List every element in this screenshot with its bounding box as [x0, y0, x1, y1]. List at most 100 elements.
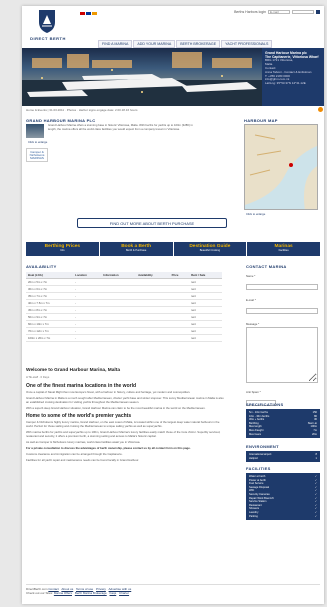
content-paragraph: With marina berths for yachts and supery…: [26, 430, 221, 438]
table-cell: [101, 278, 137, 286]
footer-link[interactable]: About us: [61, 587, 73, 591]
table-row[interactable]: 45m x 8m x 7m - rent: [26, 306, 222, 314]
logo-crest-icon[interactable]: [30, 8, 64, 34]
nav-yacht-professionals[interactable]: YACHT PROFESSIONALS: [221, 40, 273, 48]
content-meta: LITE-staff · 0 Days: [26, 375, 50, 379]
specifications: SPECIFICATIONS 5m - 10m berths 150 10m - 3…: [246, 402, 320, 439]
nav-add-marina[interactable]: ADD YOUR MARINA: [133, 40, 176, 48]
flag-icon[interactable]: [80, 12, 85, 15]
click-to-enlarge-link[interactable]: Click to enlarge: [28, 140, 47, 144]
tile-destination-guide[interactable]: Destination Guide Beautiful Cruising: [173, 242, 247, 256]
nav-berth-brokerage[interactable]: BERTH BROKERAGE: [176, 40, 221, 48]
footer-link[interactable]: Privacy: [96, 587, 106, 591]
footer-link[interactable]: Contact: [48, 587, 58, 591]
email-field[interactable]: [268, 10, 290, 14]
table-cell: [101, 285, 137, 293]
language-flags: [80, 12, 97, 15]
tile-marinas[interactable]: Marinas Facilities: [247, 242, 320, 256]
table-cell: rent: [189, 292, 222, 300]
table-cell: 50m x 9m x 7m: [26, 313, 74, 321]
table-cell: -: [73, 285, 102, 293]
spec-value: 20m: [311, 432, 317, 436]
table-cell: -: [73, 327, 102, 335]
footer: DirectBerth.com Contact About us Terms o…: [26, 584, 320, 596]
table-cell: [101, 334, 137, 342]
table-row[interactable]: 70m x 12m x 7m - rent: [26, 327, 222, 335]
table-row[interactable]: 100m x 20m x 7m - rent: [26, 334, 222, 342]
flag-icon[interactable]: [86, 12, 91, 15]
table-cell: [101, 306, 137, 314]
table-cell: -: [73, 299, 102, 307]
table-cell: -: [73, 306, 102, 314]
login-button[interactable]: [316, 10, 320, 14]
password-field[interactable]: [292, 10, 314, 14]
message-label: Message *: [246, 322, 260, 326]
table-cell: [101, 313, 137, 321]
marina-description: Grand Harbour Marina offers a stunning b…: [48, 123, 193, 131]
table-cell: [169, 285, 190, 293]
message-field[interactable]: [246, 327, 318, 383]
tile-berthing-prices[interactable]: Berthing Prices Info: [26, 242, 99, 256]
content-paragraph: Grand Harbour Marina in Malta is a much …: [26, 396, 224, 404]
table-cell: [169, 278, 190, 286]
table-row[interactable]: 50m x 9m x 7m - rent: [26, 313, 222, 321]
table-row[interactable]: 60m x 10m x 7m - rent: [26, 320, 222, 328]
find-out-more-button[interactable]: FIND OUT MORE ABOUT BERTH PURCHASE: [77, 218, 227, 228]
spec-row: Heliport 1: [249, 457, 317, 461]
content-paragraph: Customs clearance and immigration can be…: [26, 451, 123, 456]
footer-link[interactable]: Berth Marina Brokerage: [75, 591, 107, 595]
settings-icon[interactable]: [318, 107, 323, 112]
marina-thumbnail[interactable]: [26, 124, 44, 138]
table-cell: [169, 292, 190, 300]
footer-link[interactable]: Charter: [119, 591, 129, 595]
table-cell: [101, 299, 137, 307]
spec-value: 1: [315, 456, 317, 460]
content-paragraph: For a private consultation to discuss th…: [26, 445, 191, 450]
availability-title: AVAILABILITY: [26, 264, 57, 269]
breadcrumb: Home & Events | 31.03.2011 · Photos · Ha…: [26, 108, 138, 112]
table-cell: [169, 327, 190, 335]
table-cell: [136, 334, 170, 342]
table-cell: 35m x 7m x 7m: [26, 292, 74, 300]
map-enlarge-link[interactable]: Click to enlarge: [246, 212, 265, 216]
table-row[interactable]: 30m x 6m x 7m - rent: [26, 285, 222, 293]
login-area: Berths Harbors login: [234, 10, 320, 14]
footer-link[interactable]: Terms of use: [76, 587, 93, 591]
flag-icon[interactable]: [92, 12, 97, 15]
footer-link[interactable]: Marina Offers: [54, 591, 72, 595]
table-cell: [101, 320, 137, 328]
main-content: Welcome to Grand Harbour Marina, Malta L…: [26, 368, 226, 465]
table-cell: [136, 320, 170, 328]
content-paragraph: Once a capital of Naval Might then now E…: [26, 390, 191, 394]
table-cell: [136, 327, 170, 335]
footer-link[interactable]: Faqs: [110, 591, 117, 595]
spec-label: Heliport: [249, 456, 258, 460]
footer-link[interactable]: Advertise with us: [109, 587, 132, 591]
table-cell: 30m x 6m x 7m: [26, 285, 74, 293]
header: DIRECT BERTH Berths Harbors login FIND A…: [22, 6, 324, 48]
contact-email-field[interactable]: [246, 307, 318, 314]
harbour-map-title: HARBOUR MAP: [244, 118, 278, 123]
table-row[interactable]: 40m x 7.5m x 7m - rent: [26, 299, 222, 307]
specs-box: 5m - 10m berths 150 10m - 30m berths 80 30m …: [246, 409, 320, 439]
name-field[interactable]: [246, 283, 318, 290]
nav-find-marina[interactable]: FIND A MARINA: [98, 40, 133, 48]
table-cell: 45m x 8m x 7m: [26, 306, 74, 314]
table-row[interactable]: 20m x 5m x 7m - rent: [26, 278, 222, 286]
content-paragraph: Facilities for all yacht repair and main…: [26, 458, 140, 463]
table-cell: [169, 320, 190, 328]
table-cell: [169, 299, 190, 307]
tile-book-berth[interactable]: Book a Berth Berth & Purchase: [99, 242, 173, 256]
spam-label: Anti Spam *: [246, 390, 261, 394]
table-cell: [169, 334, 190, 342]
specs-title: SPECIFICATIONS: [246, 402, 284, 407]
table-cell: [136, 306, 170, 314]
harbour-map[interactable]: [244, 124, 318, 210]
spec-row: Max beam 20m: [249, 433, 317, 437]
table-row[interactable]: 35m x 7m x 7m - rent: [26, 292, 222, 300]
table-cell: [136, 292, 170, 300]
content-paragraph: Camper & Nicholsons highly luxury marina…: [26, 420, 220, 428]
content-heading: Welcome to Grand Harbour Marina, Malta: [26, 368, 121, 373]
table-cell: -: [73, 278, 102, 286]
table-cell: rent: [189, 299, 222, 307]
